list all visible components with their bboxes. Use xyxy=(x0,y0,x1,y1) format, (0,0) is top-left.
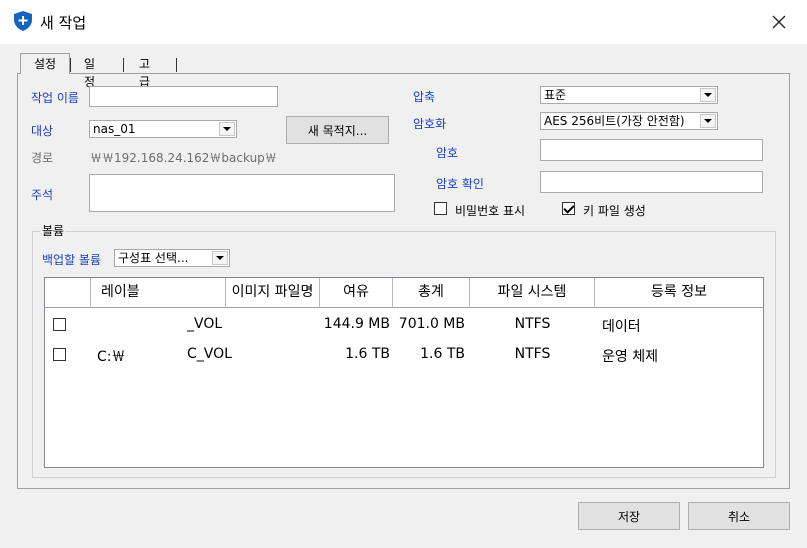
compression-select-value: 표준 xyxy=(544,88,567,102)
table-header-image-name[interactable]: 이미지 파일명 xyxy=(226,278,320,308)
title-bar: 새 작업 xyxy=(0,0,807,44)
show-password-label: 비밀번호 표시 xyxy=(455,204,526,218)
row-image-name: _VOL xyxy=(187,316,223,332)
close-icon xyxy=(772,15,786,29)
backup-volume-label: 백업할 볼륨 xyxy=(42,253,102,267)
create-keyfile-label: 키 파일 생성 xyxy=(583,204,646,218)
encryption-select[interactable]: AES 256비트(가장 안전함) xyxy=(540,112,718,130)
row-image-name: C_VOL xyxy=(187,346,232,362)
close-button[interactable] xyxy=(758,6,800,38)
save-button[interactable]: 저장 xyxy=(578,502,680,530)
table-header-filesystem[interactable]: 파일 시스템 xyxy=(470,278,595,308)
job-name-input[interactable] xyxy=(89,86,278,107)
target-label: 대상 xyxy=(31,124,54,138)
chevron-down-icon xyxy=(212,251,228,265)
table-header-properties[interactable]: 등록 정보 xyxy=(595,278,763,308)
table-header-total[interactable]: 총계 xyxy=(393,278,470,308)
encryption-select-value: AES 256비트(가장 안전함) xyxy=(544,114,685,128)
target-select-value: nas_01 xyxy=(93,122,136,136)
tab-settings[interactable]: 설정 xyxy=(20,53,70,74)
tab-separator xyxy=(123,58,124,72)
chevron-down-icon xyxy=(700,114,716,128)
job-name-label: 작업 이름 xyxy=(31,91,79,105)
tab-advanced[interactable]: 고급 xyxy=(131,55,158,89)
tab-separator xyxy=(176,58,177,72)
comment-input[interactable] xyxy=(89,174,395,212)
dialog-footer xyxy=(0,489,807,548)
table-header-free[interactable]: 여유 xyxy=(320,278,393,308)
shield-plus-icon xyxy=(14,11,32,31)
window-title: 새 작업 xyxy=(40,14,87,32)
confirm-password-input[interactable] xyxy=(540,171,763,193)
volumes-table: 레이블 이미지 파일명 여유 총계 파일 시스템 등록 정보 _VOL 144.… xyxy=(44,277,764,468)
row-label: C:￦ xyxy=(97,349,126,365)
backup-volume-select-value: 구성표 선택... xyxy=(118,251,189,265)
row-filesystem: NTFS xyxy=(514,346,551,362)
tab-schedule[interactable]: 일정 xyxy=(76,55,103,89)
compression-select[interactable]: 표준 xyxy=(540,86,718,104)
chevron-down-icon xyxy=(219,122,235,136)
row-filesystem: NTFS xyxy=(514,316,551,332)
row-properties: 운영 체제 xyxy=(602,349,658,365)
show-password-checkbox[interactable] xyxy=(434,202,447,215)
cancel-button[interactable]: 취소 xyxy=(688,502,790,530)
confirm-password-label: 암호 확인 xyxy=(436,177,484,191)
encryption-label: 암호화 xyxy=(413,117,447,131)
password-input[interactable] xyxy=(540,139,763,161)
create-keyfile-checkbox[interactable] xyxy=(562,202,575,215)
path-label: 경로 xyxy=(31,151,54,165)
row-checkbox[interactable] xyxy=(53,318,66,331)
row-properties: 데이터 xyxy=(602,319,641,335)
path-value: ￦￦192.168.24.162￦backup￦ xyxy=(90,151,277,165)
row-free: 1.6 TB xyxy=(345,346,390,362)
table-header-label[interactable]: 레이블 xyxy=(91,278,257,308)
table-header-check xyxy=(45,278,91,308)
compression-label: 압축 xyxy=(413,90,436,104)
volumes-group-title: 볼륨 xyxy=(40,222,67,239)
row-total: 1.6 TB xyxy=(420,346,465,362)
backup-volume-select[interactable]: 구성표 선택... xyxy=(114,249,230,267)
row-checkbox[interactable] xyxy=(53,348,66,361)
password-label: 암호 xyxy=(436,146,459,160)
target-select[interactable]: nas_01 xyxy=(89,120,237,138)
table-header-label-text: 레이블 xyxy=(101,284,140,300)
chevron-down-icon xyxy=(700,88,716,102)
row-total: 701.0 MB xyxy=(398,316,465,332)
tab-separator xyxy=(70,58,71,72)
row-free: 144.9 MB xyxy=(323,316,390,332)
new-destination-button[interactable]: 새 목적지... xyxy=(286,116,389,144)
comment-label: 주석 xyxy=(31,188,54,202)
